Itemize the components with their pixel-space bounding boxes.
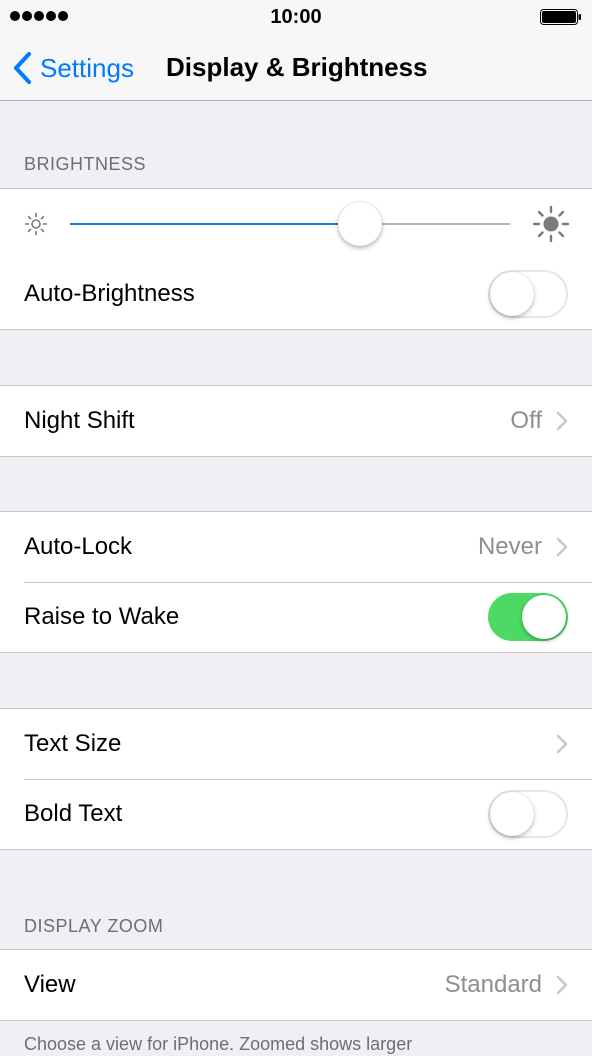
raise-to-wake-row: Raise to Wake (0, 582, 592, 652)
navigation-bar: Settings Display & Brightness (0, 36, 592, 101)
brightness-slider-fill (70, 223, 360, 225)
status-time: 10:00 (270, 6, 322, 28)
bold-text-label: Bold Text (24, 800, 123, 827)
brightness-group: Auto-Brightness (0, 188, 592, 330)
sun-large-icon (532, 205, 570, 243)
chevron-left-icon (14, 52, 31, 84)
brightness-slider-thumb[interactable] (338, 202, 382, 246)
bold-text-row: Bold Text (0, 779, 592, 849)
auto-brightness-toggle[interactable] (488, 270, 568, 318)
display-zoom-group: View Standard (0, 949, 592, 1021)
back-button-label: Settings (40, 52, 134, 83)
view-row[interactable]: View Standard (0, 950, 592, 1020)
night-shift-value: Off (510, 407, 542, 434)
auto-brightness-row: Auto-Brightness (0, 259, 592, 329)
bold-text-toggle[interactable] (488, 790, 568, 838)
auto-brightness-label: Auto-Brightness (24, 280, 195, 307)
battery-full-icon (540, 9, 581, 25)
lock-group: Auto-Lock Never Raise to Wake (0, 511, 592, 653)
back-button[interactable]: Settings (12, 50, 134, 86)
view-label: View (24, 971, 76, 998)
auto-lock-value: Never (477, 533, 542, 560)
raise-to-wake-toggle[interactable] (488, 593, 568, 641)
display-zoom-section-header: DISPLAY ZOOM (24, 916, 164, 936)
sun-small-icon (24, 212, 48, 236)
text-group: Text Size Bold Text (0, 708, 592, 850)
text-size-label: Text Size (24, 730, 122, 757)
auto-lock-label: Auto-Lock (24, 533, 133, 560)
display-zoom-footer: Choose a view for iPhone. Zoomed shows l… (24, 1034, 413, 1054)
status-bar: 10:00 (0, 0, 592, 36)
toggle-knob (522, 595, 566, 639)
night-shift-row[interactable]: Night Shift Off (0, 386, 592, 456)
chevron-right-icon (556, 537, 568, 557)
chevron-right-icon (556, 975, 568, 995)
night-shift-label: Night Shift (24, 407, 135, 434)
view-value: Standard (444, 971, 542, 998)
auto-lock-row[interactable]: Auto-Lock Never (0, 512, 592, 582)
chevron-right-icon (556, 411, 568, 431)
toggle-knob (490, 272, 534, 316)
page-title: Display & Brightness (166, 52, 428, 82)
brightness-slider-row (0, 189, 592, 259)
text-size-row[interactable]: Text Size (0, 709, 592, 779)
chevron-right-icon (556, 734, 568, 754)
raise-to-wake-label: Raise to Wake (24, 603, 180, 630)
toggle-knob (490, 792, 534, 836)
brightness-section-header: BRIGHTNESS (24, 154, 147, 174)
brightness-slider[interactable] (70, 202, 510, 246)
night-shift-group: Night Shift Off (0, 385, 592, 457)
